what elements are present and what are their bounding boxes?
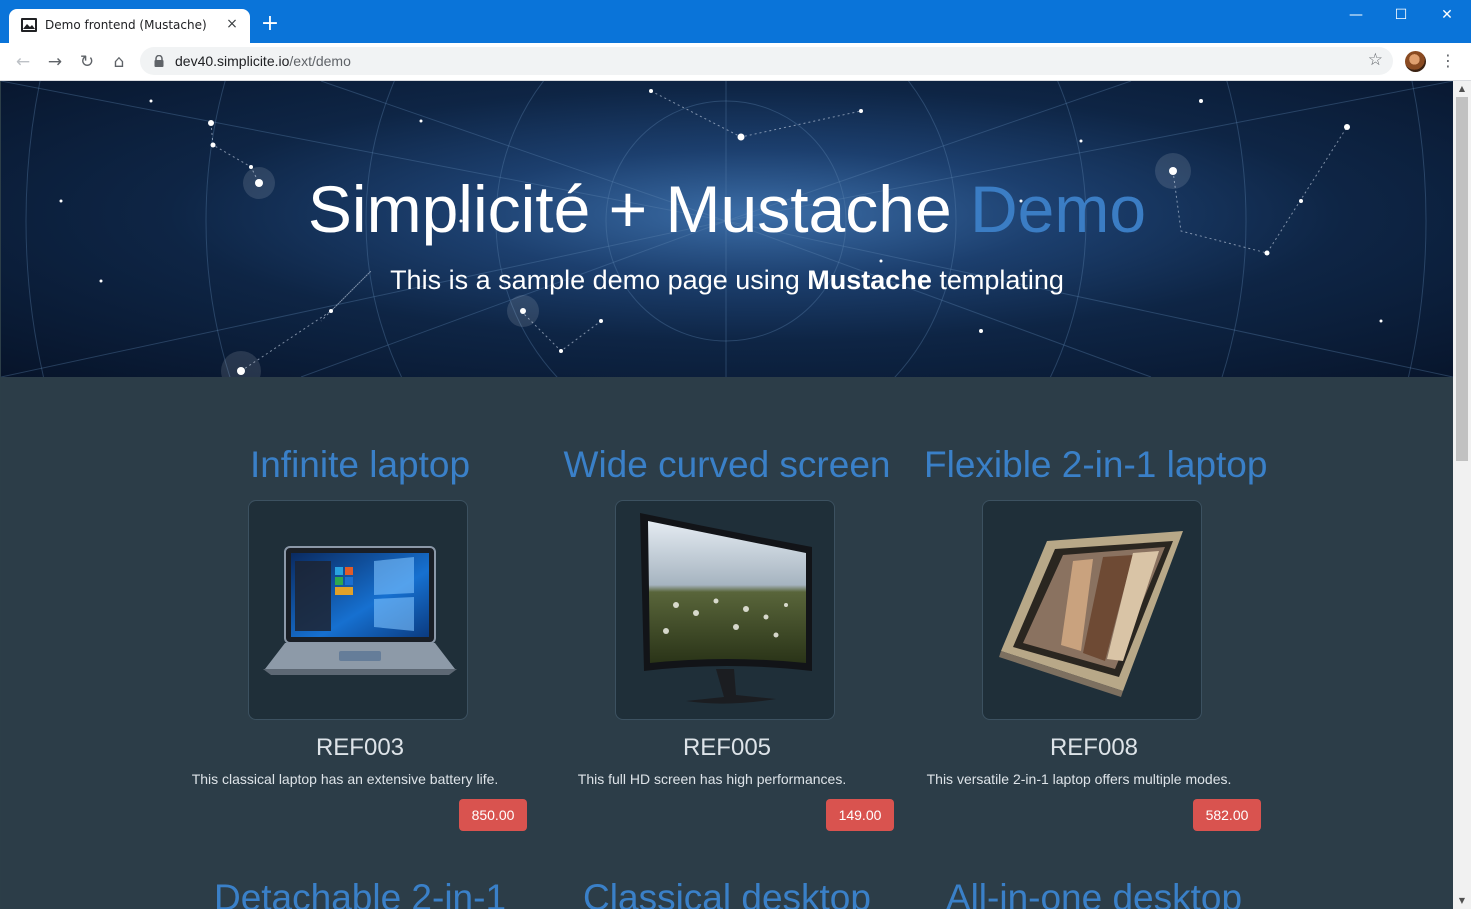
- product-card: Infinite laptop REF003 This classical la…: [190, 444, 530, 844]
- product-ref: REF008: [1049, 734, 1139, 761]
- product-image-curved-monitor[interactable]: [615, 500, 835, 720]
- browser-menu-icon[interactable]: ⋮: [1440, 50, 1456, 72]
- tab-title: Demo frontend (Mustache): [45, 18, 207, 32]
- product-ref: REF003: [315, 734, 405, 761]
- back-icon[interactable]: ←: [12, 51, 34, 73]
- forward-icon[interactable]: →: [44, 51, 66, 73]
- hero-subtitle: This is a sample demo page using Mustach…: [1, 265, 1453, 296]
- hero-subtitle-prefix: This is a sample demo page using: [390, 265, 808, 295]
- window-close-icon[interactable]: ✕: [1424, 0, 1470, 32]
- convertible-laptop-image: [999, 531, 1183, 697]
- product-name[interactable]: Wide curved screen: [557, 444, 897, 486]
- scroll-down-icon[interactable]: ▼: [1453, 893, 1471, 909]
- url-path: /ext/demo: [289, 53, 351, 69]
- new-tab-button[interactable]: +: [259, 13, 281, 35]
- price-badge[interactable]: 850.00: [459, 799, 527, 831]
- scroll-up-icon[interactable]: ▲: [1453, 81, 1471, 97]
- browser-titlebar: Demo frontend (Mustache) × + — ☐ ✕: [0, 0, 1471, 43]
- product-name[interactable]: Infinite laptop: [190, 444, 530, 486]
- hero-subtitle-suffix: templating: [931, 265, 1064, 295]
- product-card: Flexible 2-in-1 laptop REF008 This versa…: [924, 444, 1267, 844]
- price-badge[interactable]: 582.00: [1193, 799, 1261, 831]
- product-ref: REF005: [682, 734, 772, 761]
- hero-title-accent: Demo: [970, 172, 1147, 246]
- product-name[interactable]: Detachable 2-in-1: [190, 877, 530, 909]
- minimize-icon[interactable]: —: [1333, 0, 1379, 32]
- product-description: This classical laptop has an extensive b…: [191, 771, 499, 787]
- product-name[interactable]: Classical desktop: [557, 877, 897, 909]
- url-host: dev40.simplicite.io: [175, 53, 290, 69]
- product-image-laptop[interactable]: [248, 500, 468, 720]
- product-image-convertible-laptop[interactable]: [982, 500, 1202, 720]
- product-description: This full HD screen has high performance…: [577, 771, 847, 787]
- profile-avatar[interactable]: [1405, 51, 1426, 72]
- price-badge[interactable]: 149.00: [826, 799, 894, 831]
- product-card: Wide curved screen REF005 This full HD s…: [557, 444, 897, 844]
- page-favicon-icon: [21, 18, 37, 32]
- lock-icon: [154, 55, 164, 67]
- browser-toolbar: ← → ↻ ⌂ dev40.simplicite.io/ext/demo ☆: [0, 43, 1471, 81]
- curved-monitor-image: [640, 513, 812, 704]
- hero-subtitle-bold: Mustache: [807, 265, 932, 295]
- scrollbar-thumb[interactable]: [1456, 97, 1468, 461]
- product-name[interactable]: Flexible 2-in-1 laptop: [924, 444, 1267, 486]
- hero-title: Simplicité + Mustache Demo: [1, 171, 1453, 247]
- vertical-scrollbar[interactable]: ▲ ▼: [1453, 81, 1471, 909]
- browser-tab[interactable]: Demo frontend (Mustache) ×: [9, 9, 250, 43]
- bookmark-star-icon[interactable]: ☆: [1368, 50, 1383, 70]
- home-icon[interactable]: ⌂: [108, 51, 130, 73]
- address-bar[interactable]: dev40.simplicite.io/ext/demo ☆: [140, 47, 1393, 75]
- product-description: This versatile 2-in-1 laptop offers mult…: [926, 771, 1232, 787]
- product-name[interactable]: All-in-one desktop: [924, 877, 1264, 909]
- laptop-image: [263, 546, 457, 675]
- tab-close-icon[interactable]: ×: [224, 16, 240, 32]
- hero-title-main: Simplicité + Mustache: [307, 172, 971, 246]
- url-text: dev40.simplicite.io/ext/demo: [175, 53, 351, 69]
- maximize-icon[interactable]: ☐: [1378, 0, 1424, 32]
- page-viewport: Simplicité + Mustache Demo This is a sam…: [1, 81, 1453, 909]
- hero-banner: Simplicité + Mustache Demo This is a sam…: [1, 81, 1453, 377]
- reload-icon[interactable]: ↻: [76, 51, 98, 73]
